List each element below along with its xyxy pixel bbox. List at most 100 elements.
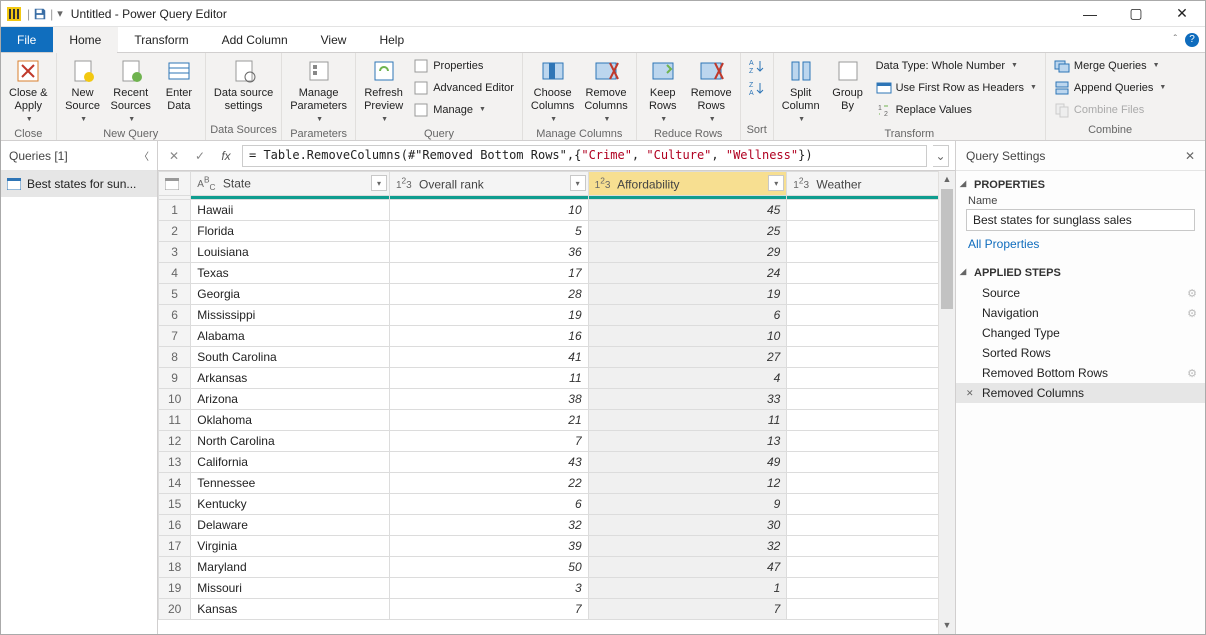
cell[interactable]: Louisiana xyxy=(191,242,390,263)
keep-rows-button[interactable]: Keep Rows▼ xyxy=(641,55,685,128)
cell[interactable]: 7 xyxy=(389,599,588,620)
row-number[interactable]: 10 xyxy=(159,389,191,410)
collapse-queries-icon[interactable]: 〈 xyxy=(139,148,149,163)
name-input[interactable]: Best states for sunglass sales xyxy=(966,209,1195,231)
choose-columns-button[interactable]: Choose Columns▼ xyxy=(527,55,578,128)
cell[interactable]: 24 xyxy=(588,263,787,284)
cell[interactable]: 10 xyxy=(787,389,955,410)
cell[interactable]: 12 xyxy=(588,473,787,494)
table-row[interactable]: 3Louisiana36293 xyxy=(159,242,956,263)
cell[interactable]: 9 xyxy=(588,494,787,515)
applied-step[interactable]: Removed Bottom Rows⚙ xyxy=(956,363,1205,383)
cell[interactable]: 17 xyxy=(389,263,588,284)
cell[interactable]: Arkansas xyxy=(191,368,390,389)
close-button[interactable]: ✕ xyxy=(1159,1,1205,27)
row-number[interactable]: 16 xyxy=(159,515,191,536)
tab-transform[interactable]: Transform xyxy=(118,27,205,52)
cancel-formula-icon[interactable]: ✕ xyxy=(164,146,184,166)
cell[interactable]: 7 xyxy=(389,431,588,452)
table-row[interactable]: 18Maryland504718 xyxy=(159,557,956,578)
table-row[interactable]: 1Hawaii10451 xyxy=(159,200,956,221)
cell[interactable]: 30 xyxy=(588,515,787,536)
cell[interactable]: 18 xyxy=(787,557,955,578)
cell[interactable]: Maryland xyxy=(191,557,390,578)
close-settings-icon[interactable]: ✕ xyxy=(1185,149,1195,163)
merge-queries-button[interactable]: Merge Queries▼ xyxy=(1050,55,1170,77)
row-number[interactable]: 19 xyxy=(159,578,191,599)
data-grid[interactable]: ABC State▾123 Overall rank▾123 Affordabi… xyxy=(158,171,955,634)
first-row-headers-button[interactable]: Use First Row as Headers▼ xyxy=(872,77,1041,99)
table-row[interactable]: 7Alabama16107 xyxy=(159,326,956,347)
cell[interactable]: 21 xyxy=(389,410,588,431)
remove-columns-button[interactable]: Remove Columns▼ xyxy=(580,55,631,128)
cell[interactable]: 6 xyxy=(787,305,955,326)
row-number[interactable]: 20 xyxy=(159,599,191,620)
row-number[interactable]: 18 xyxy=(159,557,191,578)
cell[interactable]: 8 xyxy=(787,347,955,368)
gear-icon[interactable]: ⚙ xyxy=(1187,307,1197,320)
cell[interactable]: 15 xyxy=(787,494,955,515)
cell[interactable]: 9 xyxy=(787,368,955,389)
filter-icon[interactable]: ▾ xyxy=(768,175,784,191)
row-number[interactable]: 17 xyxy=(159,536,191,557)
properties-button[interactable]: Properties xyxy=(409,55,518,77)
row-number[interactable]: 12 xyxy=(159,431,191,452)
formula-input[interactable]: = Table.RemoveColumns(#"Removed Bottom R… xyxy=(242,145,927,167)
cell[interactable]: 2 xyxy=(787,221,955,242)
cell[interactable]: 41 xyxy=(389,347,588,368)
row-number[interactable]: 9 xyxy=(159,368,191,389)
row-number[interactable]: 15 xyxy=(159,494,191,515)
advanced-editor-button[interactable]: Advanced Editor xyxy=(409,77,518,99)
cell[interactable]: Florida xyxy=(191,221,390,242)
cell[interactable]: 16 xyxy=(389,326,588,347)
formula-expand-icon[interactable]: ⌄ xyxy=(933,145,949,167)
column-header-weather[interactable]: 123 Weather▾ xyxy=(787,172,955,196)
cell[interactable]: Oklahoma xyxy=(191,410,390,431)
row-number[interactable]: 4 xyxy=(159,263,191,284)
data-type-button[interactable]: Data Type: Whole Number▼ xyxy=(872,55,1041,77)
column-header-state[interactable]: ABC State▾ xyxy=(191,172,390,196)
cell[interactable]: Kansas xyxy=(191,599,390,620)
table-row[interactable]: 5Georgia28195 xyxy=(159,284,956,305)
cell[interactable]: Alabama xyxy=(191,326,390,347)
row-number[interactable]: 13 xyxy=(159,452,191,473)
cell[interactable]: California xyxy=(191,452,390,473)
cell[interactable]: 19 xyxy=(787,578,955,599)
cell[interactable]: Delaware xyxy=(191,515,390,536)
row-number[interactable]: 6 xyxy=(159,305,191,326)
save-icon[interactable] xyxy=(32,6,48,22)
table-row[interactable]: 2Florida5252 xyxy=(159,221,956,242)
tab-help[interactable]: Help xyxy=(363,27,421,52)
help-icon[interactable]: ? xyxy=(1185,33,1199,47)
cell[interactable]: 19 xyxy=(588,284,787,305)
filter-icon[interactable]: ▾ xyxy=(570,175,586,191)
manage-parameters-button[interactable]: Manage Parameters▼ xyxy=(286,55,351,128)
cell[interactable]: 22 xyxy=(389,473,588,494)
cell[interactable]: 12 xyxy=(787,431,955,452)
group-by-button[interactable]: Group By xyxy=(826,55,870,115)
query-item[interactable]: Best states for sun... xyxy=(1,171,157,197)
cell[interactable]: 27 xyxy=(588,347,787,368)
cell[interactable]: 5 xyxy=(389,221,588,242)
cell[interactable]: 16 xyxy=(787,515,955,536)
row-number[interactable]: 3 xyxy=(159,242,191,263)
select-all-corner[interactable] xyxy=(159,172,191,196)
cell[interactable]: 25 xyxy=(588,221,787,242)
all-properties-link[interactable]: All Properties xyxy=(956,237,1205,259)
applied-step[interactable]: Removed Columns xyxy=(956,383,1205,403)
cell[interactable]: 29 xyxy=(588,242,787,263)
commit-formula-icon[interactable]: ✓ xyxy=(190,146,210,166)
cell[interactable]: Virginia xyxy=(191,536,390,557)
row-number[interactable]: 8 xyxy=(159,347,191,368)
table-row[interactable]: 20Kansas7720 xyxy=(159,599,956,620)
cell[interactable]: 11 xyxy=(787,410,955,431)
cell[interactable]: 4 xyxy=(787,263,955,284)
cell[interactable]: 6 xyxy=(389,494,588,515)
cell[interactable]: 6 xyxy=(588,305,787,326)
split-column-button[interactable]: Split Column▼ xyxy=(778,55,824,128)
applied-steps-section[interactable]: APPLIED STEPS xyxy=(956,259,1205,283)
cell[interactable]: 5 xyxy=(787,284,955,305)
gear-icon[interactable]: ⚙ xyxy=(1187,287,1197,300)
applied-step[interactable]: Navigation⚙ xyxy=(956,303,1205,323)
cell[interactable]: 11 xyxy=(588,410,787,431)
